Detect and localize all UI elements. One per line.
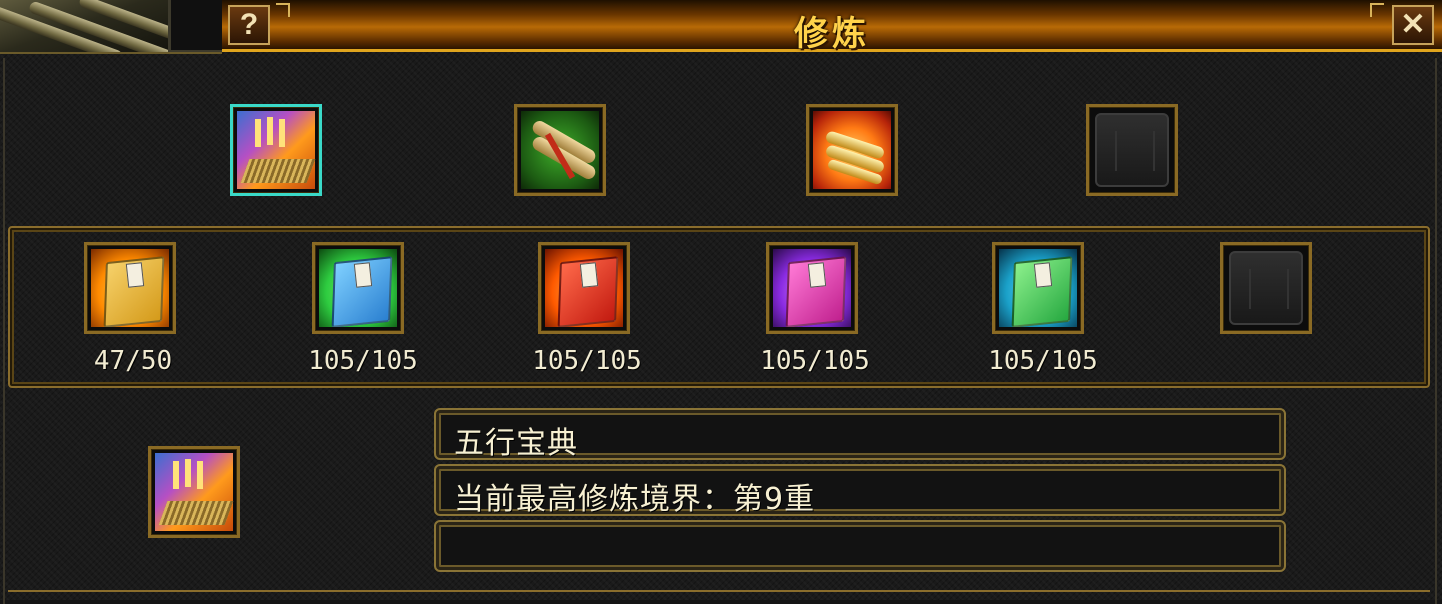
- question-mark-icon: ?: [239, 8, 259, 41]
- pink-book-icon: [773, 249, 851, 327]
- manual-name-row: 五行宝典: [434, 408, 1286, 461]
- extra-row: [434, 520, 1286, 572]
- book-slot-5[interactable]: [992, 242, 1084, 334]
- book-slot-2[interactable]: [312, 242, 404, 334]
- manual-slot-2[interactable]: [514, 104, 606, 196]
- empty-slot-icon: [1095, 113, 1169, 187]
- title-bar[interactable]: 修炼: [222, 0, 1442, 54]
- red-book-icon: [545, 249, 623, 327]
- cultivation-window: 修炼 ? ✕ 47/50 105/105 105/105 105/105 105…: [0, 0, 1442, 604]
- scrolls-icon: [521, 111, 599, 189]
- close-icon: ✕: [1400, 8, 1426, 41]
- manual-name: 五行宝典: [454, 426, 578, 461]
- empty-slot-icon: [1229, 251, 1303, 325]
- realm-row: 当前最高修炼境界：第9重: [434, 464, 1286, 517]
- book-count-1: 47/50: [93, 346, 173, 376]
- book-count-4: 105/105: [760, 346, 870, 376]
- corner-ornament: [276, 3, 290, 17]
- corner-ornament: [1370, 3, 1384, 17]
- blue-book-icon: [319, 249, 397, 327]
- book-count-2: 105/105: [308, 346, 418, 376]
- bottom-border: [8, 590, 1430, 600]
- book-panel: [8, 226, 1430, 388]
- book-slot-4[interactable]: [766, 242, 858, 334]
- book-slot-3[interactable]: [538, 242, 630, 334]
- manual-slot-3[interactable]: [806, 104, 898, 196]
- golden-scrolls-icon: [813, 111, 891, 189]
- realm-text: 当前最高修炼境界：第9重: [454, 482, 816, 517]
- book-icon: [237, 111, 316, 189]
- book-count-3: 105/105: [532, 346, 642, 376]
- window-title: 修炼: [794, 14, 870, 54]
- manual-slot-1[interactable]: [230, 104, 322, 196]
- selected-manual-preview[interactable]: [148, 446, 240, 538]
- manual-slot-4[interactable]: [1086, 104, 1178, 196]
- green-book-icon: [999, 249, 1077, 327]
- book-slot-6[interactable]: [1220, 242, 1312, 334]
- yellow-book-icon: [91, 249, 169, 327]
- corner-decoration: [0, 0, 222, 54]
- help-button[interactable]: ?: [228, 5, 270, 45]
- book-icon: [155, 453, 234, 531]
- close-button[interactable]: ✕: [1392, 5, 1434, 45]
- book-count-5: 105/105: [988, 346, 1098, 376]
- book-slot-1[interactable]: [84, 242, 176, 334]
